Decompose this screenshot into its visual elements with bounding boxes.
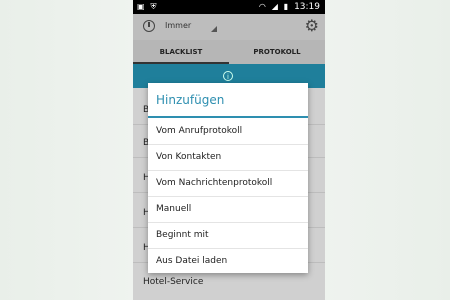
- profile-label: Immer: [165, 21, 192, 30]
- tab-protokoll[interactable]: PROTOKOLL: [229, 40, 325, 64]
- shield-icon: ⛨: [150, 2, 157, 11]
- clock-icon[interactable]: [143, 20, 155, 32]
- status-right: ◠ ◢ ▮ 13:19: [259, 0, 320, 14]
- dialog-title: Hinzufügen: [156, 93, 225, 107]
- list-item-hotel-service[interactable]: Hotel-Service: [143, 277, 203, 287]
- option-message-log[interactable]: Vom Nachrichtenprotokoll: [148, 170, 308, 197]
- tab-blacklist[interactable]: BLACKLIST: [133, 40, 229, 64]
- option-call-log[interactable]: Vom Anrufprotokoll: [148, 118, 308, 145]
- status-bar: ▣ ⛨ ◠ ◢ ▮ 13:19: [133, 0, 325, 14]
- add-dialog: Hinzufügen Vom Anrufprotokoll Von Kontak…: [148, 83, 308, 273]
- profile-dropdown[interactable]: Immer: [165, 21, 217, 32]
- option-begins-with[interactable]: Beginnt mit: [148, 222, 308, 249]
- option-manual[interactable]: Manuell: [148, 196, 308, 223]
- option-load-file[interactable]: Aus Datei laden: [148, 248, 308, 274]
- image-icon: ▣: [137, 2, 145, 11]
- tab-bar: BLACKLIST PROTOKOLL: [133, 40, 325, 64]
- dropdown-indicator-icon: [211, 26, 217, 32]
- wifi-icon: ◠: [258, 2, 266, 11]
- option-contacts[interactable]: Von Kontakten: [148, 144, 308, 171]
- signal-icon: ◢: [271, 2, 278, 11]
- status-left: ▣ ⛨: [137, 0, 159, 14]
- info-icon[interactable]: i: [223, 71, 233, 81]
- gear-icon[interactable]: ⚙: [305, 17, 319, 35]
- battery-icon: ▮: [283, 2, 289, 11]
- status-time: 13:19: [294, 2, 320, 12]
- toolbar: Immer ⚙: [133, 14, 325, 40]
